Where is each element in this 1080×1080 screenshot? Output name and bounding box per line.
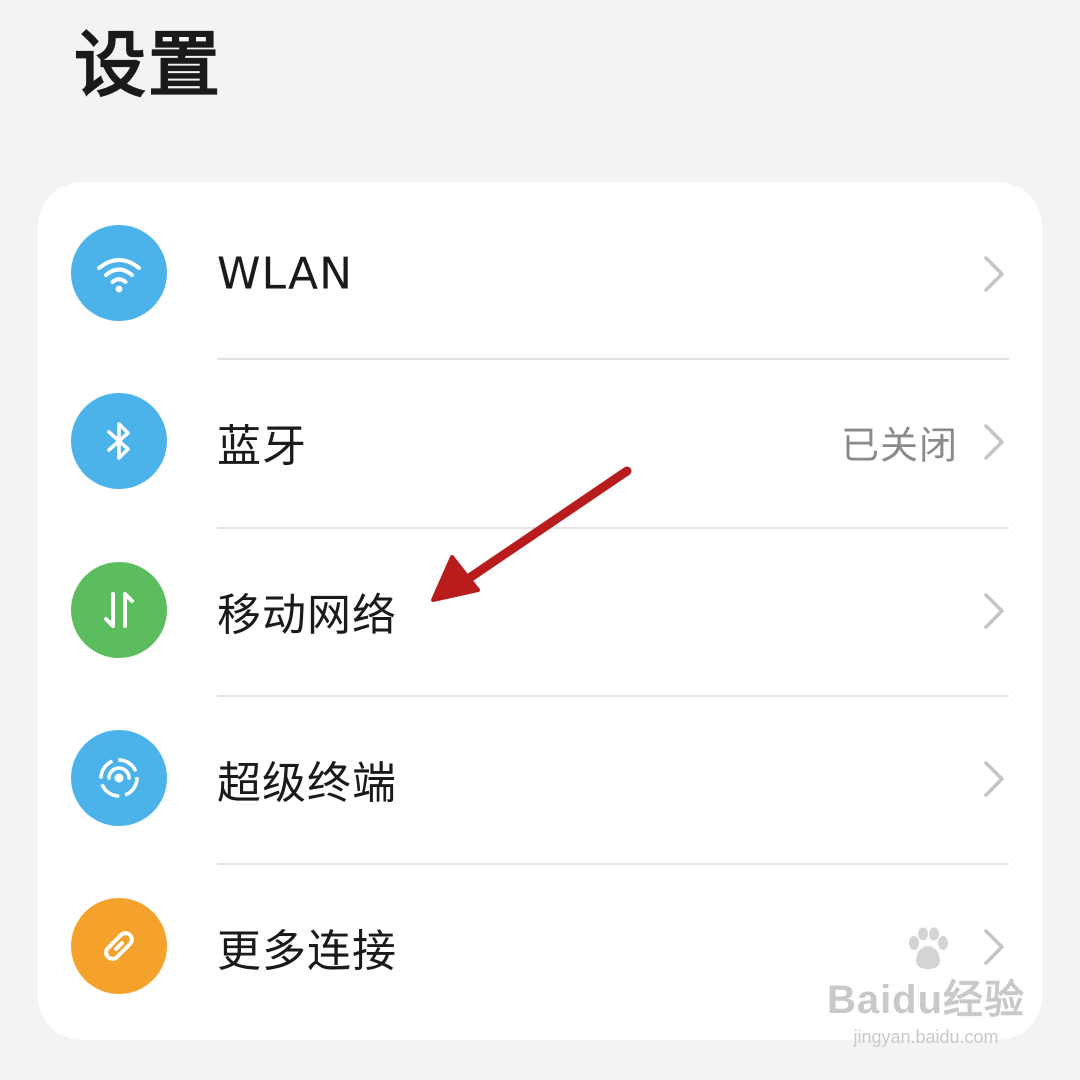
watermark-brand: Baidu经验 <box>826 978 1026 1022</box>
bluetooth-icon-badge <box>71 393 167 489</box>
settings-item-wlan[interactable]: WLAN <box>38 190 1042 358</box>
mobile-data-icon-badge <box>71 562 167 658</box>
settings-item-mobile-network[interactable]: 移动网络 <box>38 527 1042 695</box>
bluetooth-status: 已关闭 <box>840 423 958 468</box>
settings-item-label: 移动网络 <box>217 590 397 641</box>
settings-item-bluetooth[interactable]: 蓝牙 已关闭 <box>38 358 1042 526</box>
chevron-right-icon <box>984 929 1004 965</box>
super-device-icon-badge <box>71 730 167 826</box>
watermark-site: jingyan.baidu.com <box>853 1027 999 1047</box>
chevron-right-icon <box>984 593 1004 629</box>
paw-logo-icon <box>909 927 948 969</box>
page-title: 设置 <box>74 23 223 107</box>
super-device-icon <box>99 758 139 798</box>
link-icon <box>104 931 134 961</box>
baidu-watermark: Baidu经验 jingyan.baidu.com <box>826 927 1026 1048</box>
settings-item-label: WLAN <box>217 248 354 300</box>
wifi-icon <box>97 258 141 293</box>
settings-item-super-device[interactable]: 超级终端 <box>38 695 1042 863</box>
bluetooth-icon <box>107 422 130 460</box>
chevron-right-icon <box>984 256 1004 292</box>
settings-item-label: 更多连接 <box>217 926 397 977</box>
connections-card: WLAN 蓝牙 已关闭 移动网络 超级终端 更多连接 <box>38 182 1042 1040</box>
settings-item-label: 超级终端 <box>217 758 397 809</box>
mobile-data-icon <box>104 592 134 628</box>
chevron-right-icon <box>984 424 1004 460</box>
wifi-icon-badge <box>71 225 167 321</box>
settings-item-label: 蓝牙 <box>217 421 307 472</box>
chevron-right-icon <box>984 761 1004 797</box>
link-icon-badge <box>71 898 167 994</box>
